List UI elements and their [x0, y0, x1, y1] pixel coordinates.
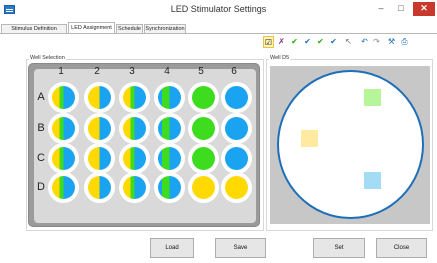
print-button[interactable]: ⎙ — [399, 36, 410, 48]
well-led-fill — [158, 176, 181, 199]
column-header[interactable]: 5 — [191, 66, 211, 77]
well-led-fill — [123, 176, 146, 199]
column-header[interactable]: 4 — [157, 66, 177, 77]
redo-button[interactable]: ↷ — [371, 36, 382, 48]
assign-corner-button[interactable]: ✔ — [328, 36, 339, 48]
redo-icon: ↷ — [373, 37, 380, 46]
well-led-fill — [52, 86, 75, 109]
blue-led-spot[interactable] — [364, 172, 381, 189]
well-led-fill — [123, 147, 146, 170]
well-detail-label: Well D5 — [269, 55, 291, 61]
well-b5[interactable] — [188, 113, 219, 144]
check-bracket-icon: ✔ — [317, 37, 324, 46]
column-header[interactable]: 6 — [224, 66, 244, 77]
assign-blue-button[interactable]: ✔ — [302, 36, 313, 48]
well-a2[interactable] — [84, 82, 115, 113]
well-c1[interactable] — [48, 143, 79, 174]
well-led-fill — [88, 176, 111, 199]
well-led-fill — [52, 176, 75, 199]
row-header[interactable]: D — [34, 181, 48, 193]
row-header[interactable]: B — [34, 122, 48, 134]
well-led-fill — [123, 117, 146, 140]
x-icon: ✗ — [278, 37, 285, 46]
well-b3[interactable] — [119, 113, 150, 144]
well-a6[interactable] — [221, 82, 252, 113]
well-c4[interactable] — [154, 143, 185, 174]
well-led-fill — [192, 117, 215, 140]
green-led-spot[interactable] — [364, 89, 381, 106]
column-header[interactable]: 2 — [87, 66, 107, 77]
well-c3[interactable] — [119, 143, 150, 174]
clear-selection-button[interactable]: ✗ — [276, 36, 287, 48]
well-led-fill — [88, 147, 111, 170]
well-b1[interactable] — [48, 113, 79, 144]
check-corner-icon: ✔ — [330, 37, 337, 46]
well-b4[interactable] — [154, 113, 185, 144]
column-header[interactable]: 3 — [122, 66, 142, 77]
load-button[interactable]: Load — [150, 238, 194, 258]
well-led-fill — [192, 176, 215, 199]
well-led-fill — [52, 147, 75, 170]
well-a3[interactable] — [119, 82, 150, 113]
title-bar: LED Stimulator Settings – □ ✕ — [0, 0, 437, 20]
undo-icon: ↶ — [361, 37, 368, 46]
well-b2[interactable] — [84, 113, 115, 144]
assign-bracket-button[interactable]: ✔ — [315, 36, 326, 48]
cursor-icon: ↖ — [345, 37, 352, 46]
toolbar: ☑ ✗ ✔ ✔ ✔ ✔ ↖ ↶ ↷ ⚒ ⎙ — [262, 35, 434, 50]
maximize-button[interactable]: □ — [392, 2, 410, 16]
well-d1[interactable] — [48, 172, 79, 203]
well-led-fill — [225, 147, 248, 170]
column-header[interactable]: 1 — [51, 66, 71, 77]
well-d2[interactable] — [84, 172, 115, 203]
save-button[interactable]: Save — [215, 238, 266, 258]
set-button[interactable]: Set — [313, 238, 365, 258]
well-c5[interactable] — [188, 143, 219, 174]
row-header[interactable]: C — [34, 152, 48, 164]
well-b6[interactable] — [221, 113, 252, 144]
yellow-led-spot[interactable] — [301, 130, 318, 147]
check-blue-icon: ✔ — [304, 37, 311, 46]
well-led-fill — [192, 86, 215, 109]
undo-button[interactable]: ↶ — [359, 36, 370, 48]
check-square-icon: ☑ — [264, 38, 273, 47]
print-icon: ⎙ — [401, 37, 408, 46]
minimize-button[interactable]: – — [372, 2, 390, 16]
well-d5[interactable] — [188, 172, 219, 203]
close-button[interactable]: Close — [376, 238, 427, 258]
well-led-fill — [225, 176, 248, 199]
well-a5[interactable] — [188, 82, 219, 113]
paint-icon: ⚒ — [387, 37, 396, 46]
well-led-fill — [123, 86, 146, 109]
well-selection-label: Well Selection — [29, 55, 66, 61]
check-green-icon: ✔ — [291, 37, 298, 46]
well-led-fill — [158, 117, 181, 140]
well-led-fill — [225, 86, 248, 109]
well-led-fill — [192, 147, 215, 170]
pointer-button[interactable]: ↖ — [343, 36, 354, 48]
well-d6[interactable] — [221, 172, 252, 203]
well-a1[interactable] — [48, 82, 79, 113]
well-led-fill — [225, 117, 248, 140]
well-led-fill — [158, 147, 181, 170]
well-c2[interactable] — [84, 143, 115, 174]
well-a4[interactable] — [154, 82, 185, 113]
well-d3[interactable] — [119, 172, 150, 203]
well-c6[interactable] — [221, 143, 252, 174]
row-header[interactable]: A — [34, 91, 48, 103]
well-detail-circle[interactable] — [277, 70, 424, 219]
close-window-button[interactable]: ✕ — [413, 2, 435, 16]
well-led-fill — [88, 86, 111, 109]
well-d4[interactable] — [154, 172, 185, 203]
assign-green-button[interactable]: ✔ — [289, 36, 300, 48]
well-led-fill — [88, 117, 111, 140]
well-led-fill — [52, 117, 75, 140]
select-all-button[interactable]: ☑ — [263, 36, 274, 48]
paint-button[interactable]: ⚒ — [386, 36, 397, 48]
well-led-fill — [158, 86, 181, 109]
